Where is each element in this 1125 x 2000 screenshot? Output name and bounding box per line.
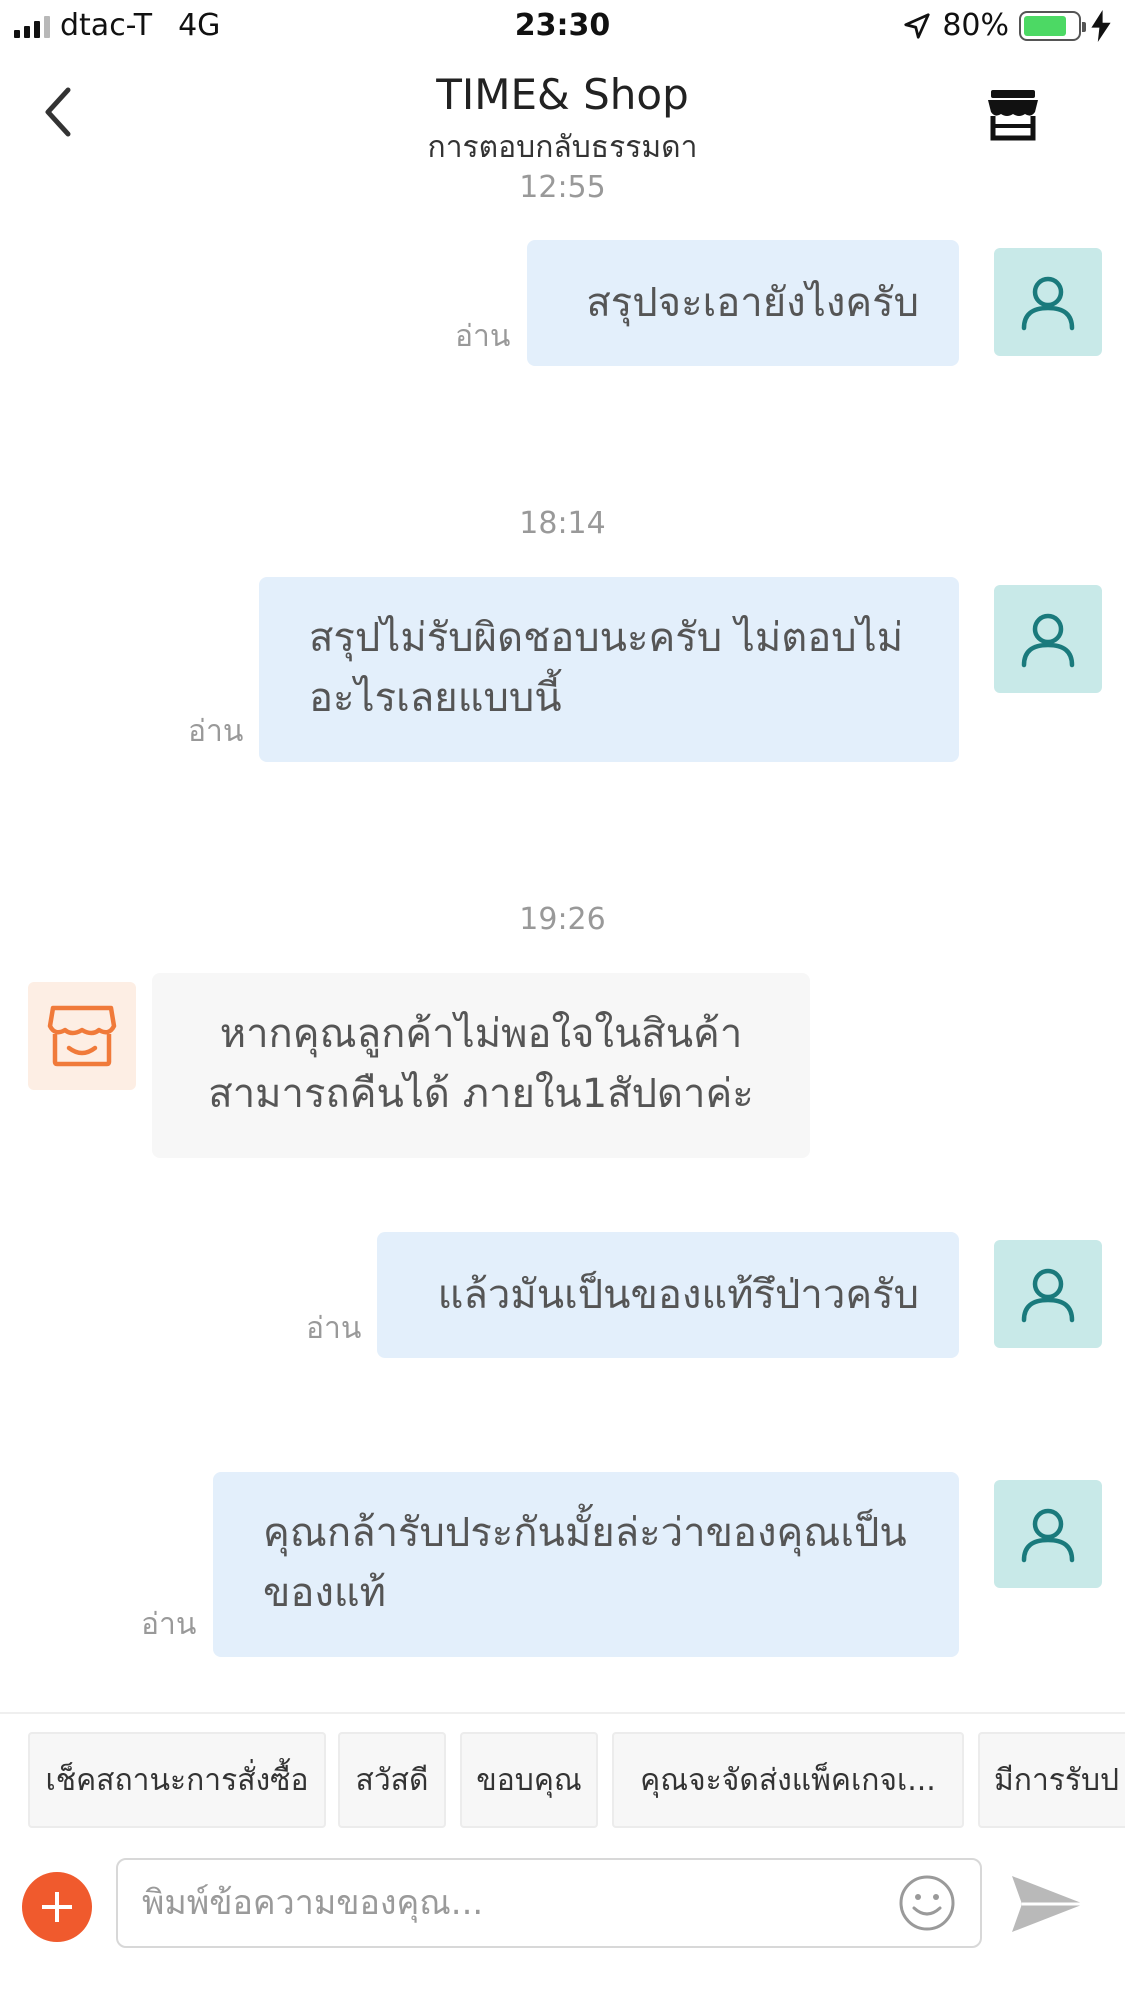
message-text: สรุปไม่รับผิดชอบนะครับ ไม่ตอบไม่อะไรเลยแ…	[309, 615, 904, 721]
outgoing-message-bubble[interactable]: คุณกล้ารับประกันมั้ยล่ะว่าของคุณเป็นของแ…	[213, 1472, 959, 1657]
shop-name-title: TIME& Shop	[436, 70, 689, 119]
plus-icon[interactable]	[22, 1872, 92, 1942]
read-status: อ่าน	[306, 1311, 362, 1346]
user-avatar	[994, 1240, 1102, 1348]
smiley-icon	[899, 1875, 955, 1931]
send-button[interactable]	[1008, 1872, 1088, 1936]
incoming-message-bubble[interactable]: หากคุณลูกค้าไม่พอใจในสินค้า สามารถคืนได้…	[152, 973, 810, 1158]
message-input[interactable]	[116, 1858, 982, 1948]
chat-timestamp: 18:14	[519, 506, 606, 541]
status-bar: dtac-T 4G 23:30 80%	[0, 0, 1125, 56]
chat-timestamp: 12:55	[519, 170, 606, 205]
chat-timestamp: 19:26	[519, 902, 606, 937]
shop-button[interactable]	[985, 86, 1041, 142]
outgoing-message-bubble[interactable]: สรุปจะเอายังไงครับ	[527, 240, 959, 366]
send-icon	[1012, 1876, 1084, 1932]
user-avatar	[994, 585, 1102, 693]
read-status: อ่าน	[141, 1607, 197, 1642]
quick-reply-hello[interactable]: สวัสดี	[338, 1732, 446, 1828]
emoji-button[interactable]	[898, 1874, 956, 1932]
read-status: อ่าน	[455, 319, 511, 354]
user-icon	[1021, 276, 1075, 331]
charging-bolt-icon	[1091, 9, 1111, 42]
battery-icon	[1019, 10, 1086, 41]
user-icon	[1021, 1268, 1075, 1323]
shop-avatar	[28, 982, 136, 1090]
location-arrow-icon	[904, 12, 930, 39]
user-icon	[1021, 1508, 1075, 1563]
storefront-icon	[988, 90, 1038, 141]
user-avatar	[994, 1480, 1102, 1588]
quick-reply-shipping[interactable]: คุณจะจัดส่งแพ็คเกจเ...	[612, 1732, 964, 1828]
chat-header: TIME& Shop การตอบกลับธรรมดา	[0, 60, 1125, 170]
battery-percent: 80%	[942, 8, 1009, 43]
reply-mode-subtitle: การตอบกลับธรรมดา	[427, 130, 698, 165]
quick-reply-check-order-status[interactable]: เช็คสถานะการสั่งซื้อ	[28, 1732, 326, 1828]
quick-reply-warranty[interactable]: มีการรับป	[978, 1732, 1125, 1828]
user-avatar	[994, 248, 1102, 356]
quick-reply-bar: เช็คสถานะการสั่งซื้อ สวัสดี ขอบคุณ คุณจะ…	[0, 1712, 1125, 1842]
quick-reply-thanks[interactable]: ขอบคุณ	[460, 1732, 598, 1828]
message-text: แล้วมันเป็นของแท้รึป่าวครับ	[437, 1272, 919, 1318]
status-right: 80%	[902, 8, 1111, 43]
user-icon	[1021, 613, 1075, 668]
outgoing-message-bubble[interactable]: แล้วมันเป็นของแท้รึป่าวครับ	[377, 1232, 959, 1358]
read-status: อ่าน	[188, 714, 244, 749]
message-text: คุณกล้ารับประกันมั้ยล่ะว่าของคุณเป็นของแ…	[263, 1510, 907, 1616]
outgoing-message-bubble[interactable]: สรุปไม่รับผิดชอบนะครับ ไม่ตอบไม่อะไรเลยแ…	[259, 577, 959, 762]
storefront-icon	[47, 1005, 117, 1067]
message-text: หากคุณลูกค้าไม่พอใจในสินค้า สามารถคืนได้…	[208, 1011, 754, 1117]
message-text: สรุปจะเอายังไงครับ	[586, 280, 919, 326]
